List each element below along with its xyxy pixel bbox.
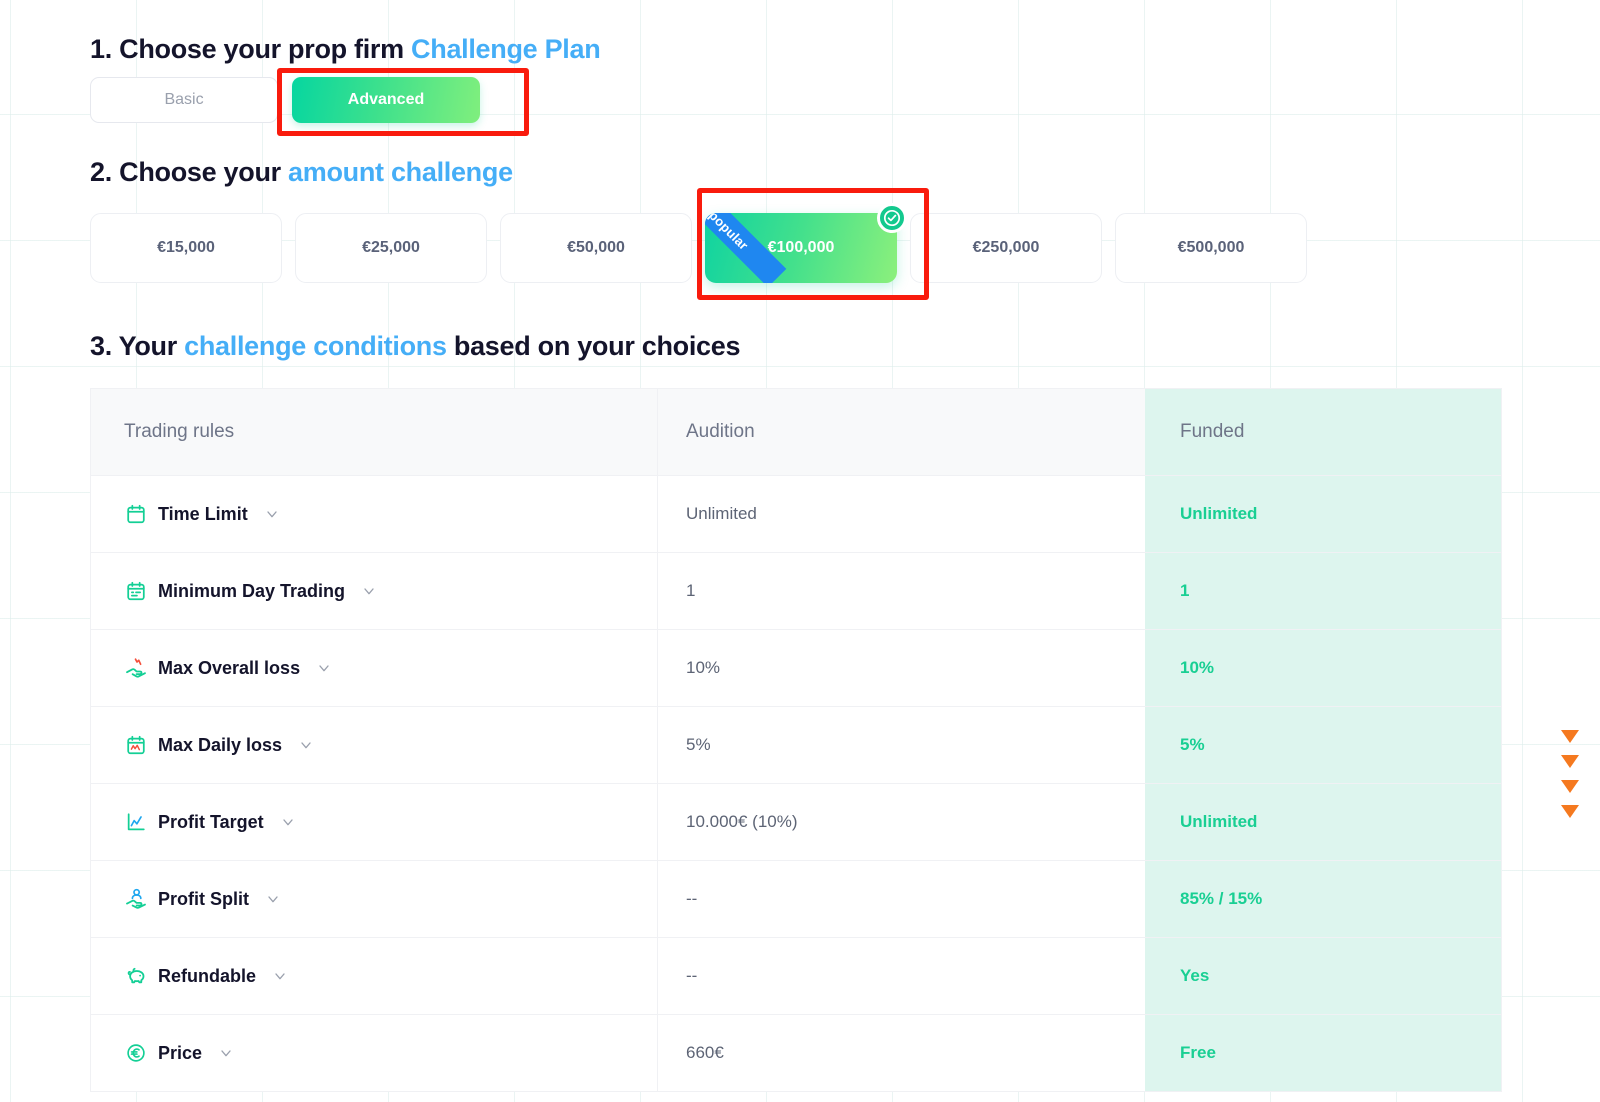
header-label-rules: Trading rules [124, 421, 235, 442]
audition-value: Unlimited [686, 504, 757, 523]
step3-suffix: based on your choices [446, 331, 741, 361]
table-row: Time Limit Unlimited Unlimited [91, 476, 1501, 553]
chevron-down-icon[interactable] [218, 1045, 234, 1061]
funded-value: Unlimited [1180, 504, 1258, 523]
amount-label: €15,000 [157, 239, 215, 256]
step2-prefix: 2. Choose your [90, 157, 289, 187]
funded-value: 10% [1180, 658, 1215, 677]
funded-value: Unlimited [1180, 812, 1258, 831]
funded-value: 5% [1180, 735, 1205, 754]
rule-label: Profit Target [158, 811, 264, 832]
amount-label: €25,000 [362, 239, 420, 256]
scroll-indicator-triangles [1561, 730, 1579, 818]
calendar-days-icon [124, 579, 148, 603]
table-row: Profit Split -- 85% / 15% [91, 861, 1501, 938]
header-label-funded: Funded [1180, 421, 1245, 442]
check-circle-icon [877, 203, 907, 233]
amount-option-100000-selected[interactable]: popular €100,000 [705, 203, 907, 283]
triangle-down-icon [1561, 730, 1579, 743]
amount-options: €15,000 €25,000 €50,000 popular €100,000… [90, 203, 1307, 283]
rule-label: Refundable [158, 965, 257, 986]
conditions-table: Trading rules Audition Funded Time Limit… [90, 388, 1502, 1092]
step3-prefix: 3. Your [90, 331, 185, 361]
page-title-step2: 2. Choose your amount challenge [90, 157, 513, 188]
table-row: Price 660€ Free [91, 1015, 1501, 1092]
table-header-row: Trading rules Audition Funded [91, 389, 1501, 476]
plan-basic-button[interactable]: Basic [90, 77, 278, 123]
rule-label: Profit Split [158, 888, 249, 909]
audition-value: 10% [686, 658, 721, 677]
amount-option-500000[interactable]: €500,000 [1115, 213, 1307, 283]
triangle-down-icon [1561, 805, 1579, 818]
page-title-step1: 1. Choose your prop firm Challenge Plan [90, 34, 601, 65]
funded-value: 1 [1180, 581, 1190, 600]
chevron-down-icon[interactable] [265, 891, 281, 907]
triangle-down-icon [1561, 755, 1579, 768]
hand-loss-icon [124, 656, 148, 680]
page-title-step3: 3. Your challenge conditions based on yo… [90, 331, 740, 362]
audition-value: 5% [686, 735, 711, 754]
chevron-down-icon[interactable] [316, 660, 332, 676]
amount-option-250000[interactable]: €250,000 [910, 213, 1102, 283]
chevron-down-icon[interactable] [298, 737, 314, 753]
step1-accent: Challenge Plan [411, 34, 601, 64]
step1-prefix: 1. Choose your prop firm [90, 34, 412, 64]
plan-toggle: Basic Advanced [90, 77, 480, 123]
chevron-down-icon[interactable] [264, 506, 280, 522]
amount-option-50000[interactable]: €50,000 [500, 213, 692, 283]
challenge-configurator-page: 1. Choose your prop firm Challenge Plan … [0, 0, 1600, 1102]
amount-option-25000[interactable]: €25,000 [295, 213, 487, 283]
funded-value: 85% / 15% [1180, 889, 1263, 908]
step2-accent: amount challenge [288, 157, 513, 187]
calendar-chart-icon [124, 733, 148, 757]
calendar-icon [124, 502, 148, 526]
triangle-down-icon [1561, 780, 1579, 793]
audition-value: -- [686, 889, 698, 908]
audition-value: 660€ [686, 1043, 724, 1062]
rule-label: Time Limit [158, 503, 248, 524]
amount-label: €50,000 [567, 239, 625, 256]
audition-value: 1 [686, 581, 696, 600]
chevron-down-icon[interactable] [361, 583, 377, 599]
chart-up-icon [124, 810, 148, 834]
audition-value: 10.000€ (10%) [686, 812, 798, 831]
piggy-bank-icon [124, 964, 148, 988]
table-row: Refundable -- Yes [91, 938, 1501, 1015]
table-row: Minimum Day Trading 1 1 [91, 553, 1501, 630]
step3-accent: challenge conditions [184, 331, 447, 361]
hand-user-icon [124, 887, 148, 911]
amount-option-15000[interactable]: €15,000 [90, 213, 282, 283]
plan-advanced-button[interactable]: Advanced [292, 77, 480, 123]
rule-label: Max Daily loss [158, 734, 283, 755]
table-header: Trading rules Audition Funded [91, 389, 1501, 476]
table-body: Time Limit Unlimited Unlimited Minimum D… [91, 476, 1501, 1092]
rule-label: Max Overall loss [158, 657, 301, 678]
rule-label: Price [158, 1042, 203, 1063]
amount-label: €500,000 [1177, 239, 1245, 256]
audition-value: -- [686, 966, 698, 985]
header-cell-funded: Funded [1145, 389, 1501, 475]
table-row: Max Daily loss 5% 5% [91, 707, 1501, 784]
header-label-audition: Audition [686, 421, 755, 442]
chevron-down-icon[interactable] [280, 814, 296, 830]
funded-value: Yes [1180, 966, 1210, 985]
rule-label: Minimum Day Trading [158, 580, 346, 601]
table-row: Max Overall loss 10% 10% [91, 630, 1501, 707]
header-cell-audition: Audition [657, 389, 1145, 475]
amount-label: €100,000 [767, 239, 835, 256]
amount-label: €250,000 [972, 239, 1040, 256]
euro-coin-icon [124, 1041, 148, 1065]
header-cell-rules: Trading rules [91, 389, 657, 475]
chevron-down-icon[interactable] [272, 968, 288, 984]
funded-value: Free [1180, 1043, 1216, 1062]
table-row: Profit Target 10.000€ (10%) Unlimited [91, 784, 1501, 861]
